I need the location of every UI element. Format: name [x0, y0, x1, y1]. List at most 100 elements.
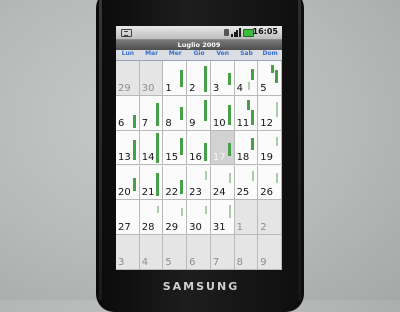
month-grid: 29 30 1 2 3 4 5 6 7 8 9 10 11 12 13 14 15 16 17 18 19 20 21 22 2…	[116, 61, 282, 270]
day-cell[interactable]: 8	[234, 235, 259, 270]
event-bar	[132, 139, 136, 160]
day-number: 21	[141, 187, 155, 199]
day-number: 14	[141, 152, 155, 164]
event-bar	[181, 207, 184, 217]
day-number: 12	[260, 117, 274, 129]
day-cell[interactable]: 2	[258, 200, 282, 236]
day-number: 11	[236, 117, 250, 129]
event-bar	[203, 100, 207, 122]
day-number: 27	[118, 222, 131, 234]
day-cell[interactable]: 3	[116, 235, 140, 270]
day-cell[interactable]: 20	[116, 165, 140, 201]
day-cell[interactable]: 5	[258, 61, 282, 96]
day-number: 26	[260, 187, 274, 199]
day-cell[interactable]: 1	[234, 200, 259, 236]
day-cell[interactable]: 5	[163, 235, 188, 270]
event-bar	[275, 173, 278, 183]
event-bar	[247, 100, 251, 110]
day-number: 30	[141, 82, 155, 94]
day-cell[interactable]: 9	[187, 95, 211, 131]
day-cell[interactable]: 25	[234, 165, 259, 201]
day-number: 29	[165, 222, 179, 234]
day-cell[interactable]: 18	[234, 130, 259, 166]
event-bar	[275, 101, 278, 117]
day-number: 17	[212, 152, 226, 164]
day-cell[interactable]: 2	[187, 61, 211, 96]
day-cell[interactable]: 4	[139, 235, 164, 270]
weekday-label: Sab	[240, 50, 253, 57]
day-number: 23	[189, 187, 202, 199]
day-cell[interactable]: 3	[210, 61, 235, 96]
day-number: 28	[141, 222, 155, 234]
weekday-label: Mer	[168, 50, 182, 57]
event-bar	[204, 171, 207, 180]
day-cell[interactable]: 1	[163, 61, 188, 96]
day-cell[interactable]: 4	[234, 61, 259, 96]
day-number: 1	[236, 222, 243, 234]
event-bar	[180, 138, 184, 155]
day-cell[interactable]: 7	[210, 235, 235, 270]
event-bar	[228, 204, 231, 218]
day-number: 19	[260, 152, 274, 164]
weekday-label: Ven	[216, 50, 230, 57]
day-number: 6	[189, 256, 196, 268]
day-cell[interactable]: 13	[116, 130, 140, 166]
event-bar	[156, 173, 160, 197]
day-cell[interactable]: 30	[139, 61, 164, 96]
day-number: 24	[212, 187, 226, 199]
day-cell[interactable]: 8	[163, 95, 188, 131]
event-bar	[204, 206, 207, 215]
event-bar	[203, 65, 207, 92]
month-title[interactable]: Luglio 2009	[116, 40, 282, 50]
day-number: 4	[236, 82, 243, 94]
event-bar	[157, 206, 160, 213]
weekday-header: Lun Mar Mer Gio Ven Sab Dom	[116, 50, 282, 61]
day-cell[interactable]: 11	[234, 95, 259, 131]
day-cell[interactable]: 10	[210, 95, 235, 131]
event-bar	[156, 133, 160, 163]
day-cell[interactable]: 29	[163, 200, 188, 236]
day-cell[interactable]: 23	[187, 165, 211, 201]
day-cell[interactable]: 31	[210, 200, 235, 236]
day-cell[interactable]: 6	[187, 235, 211, 270]
day-cell[interactable]: 6	[116, 95, 140, 131]
weekday-label: Gio	[193, 50, 205, 57]
event-bar	[251, 68, 255, 81]
day-cell[interactable]: 27	[116, 200, 140, 236]
day-number: 5	[260, 82, 267, 94]
day-number: 10	[212, 117, 226, 129]
day-number: 6	[118, 117, 125, 129]
day-cell[interactable]: 24	[210, 165, 235, 201]
day-cell[interactable]: 22	[163, 165, 188, 201]
notification-icon[interactable]	[121, 29, 132, 37]
day-number: 15	[165, 152, 179, 164]
day-cell[interactable]: 15	[163, 130, 188, 166]
day-number: 2	[260, 222, 267, 234]
day-cell[interactable]: 26	[258, 165, 282, 201]
phone-rim-left	[99, 0, 102, 300]
day-cell[interactable]: 21	[139, 165, 164, 201]
day-cell[interactable]: 28	[139, 200, 164, 236]
event-bar	[132, 114, 136, 128]
day-cell[interactable]: 29	[116, 61, 140, 96]
day-cell[interactable]: 12	[258, 95, 282, 131]
day-cell[interactable]: 30	[187, 200, 211, 236]
event-bar	[203, 143, 207, 162]
status-bar: 16:05	[116, 26, 282, 40]
event-bar	[180, 179, 184, 195]
weekday-label: Dom	[262, 50, 278, 57]
day-cell[interactable]: 19	[258, 130, 282, 166]
sim-icon	[224, 29, 229, 36]
event-bar	[227, 105, 231, 125]
day-cell-today[interactable]: 17	[210, 130, 235, 166]
day-cell[interactable]: 9	[258, 235, 282, 270]
day-cell[interactable]: 14	[139, 130, 164, 166]
event-bar	[227, 143, 231, 157]
day-cell[interactable]: 16	[187, 130, 211, 166]
day-cell[interactable]: 7	[139, 95, 164, 131]
day-number: 8	[165, 117, 172, 129]
event-bar	[248, 81, 251, 90]
day-number: 22	[165, 187, 179, 199]
day-number: 3	[118, 256, 125, 268]
weekday-label: Mar	[145, 50, 159, 57]
